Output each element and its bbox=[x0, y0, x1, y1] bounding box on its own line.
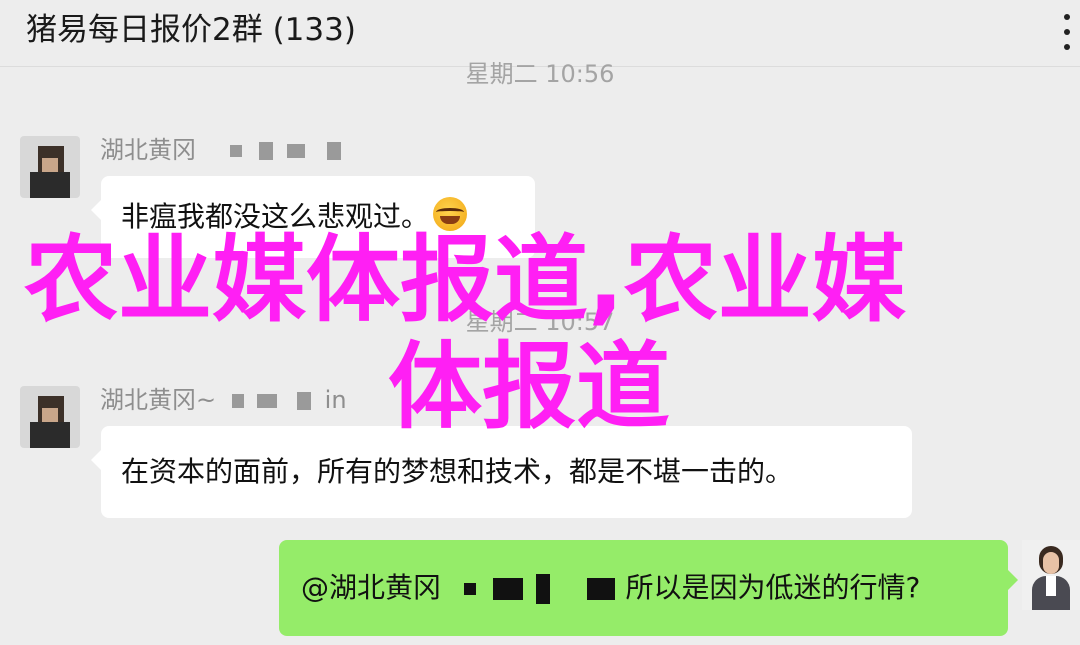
redacted-name bbox=[286, 144, 305, 158]
redacted-name bbox=[586, 578, 615, 600]
redacted-name bbox=[463, 583, 476, 595]
sender-name: 湖北黄冈~ in bbox=[100, 385, 347, 415]
mention-text: @湖北黄冈 bbox=[301, 571, 442, 604]
sender-name-text: 湖北黄冈 bbox=[100, 136, 196, 164]
redacted-name bbox=[326, 142, 341, 160]
redacted-name bbox=[259, 142, 274, 160]
redacted-name bbox=[297, 392, 312, 410]
overlay-headline: 体报道 bbox=[388, 333, 671, 442]
more-options-icon[interactable] bbox=[1060, 14, 1080, 50]
redacted-name bbox=[231, 394, 244, 408]
outgoing-message-bubble[interactable]: @湖北黄冈 所以是因为低迷的行情? bbox=[279, 540, 1018, 636]
overlay-headline: 农业媒体报道,农业媒 bbox=[24, 226, 906, 335]
redacted-name bbox=[229, 145, 242, 157]
avatar[interactable] bbox=[20, 386, 80, 448]
sender-name: 湖北黄冈 bbox=[100, 135, 341, 165]
redacted-name bbox=[257, 394, 278, 408]
message-timestamp: 星期二 10:56 bbox=[465, 60, 615, 88]
message-text: 在资本的面前，所有的梦想和技术，都是不堪一击的。 bbox=[121, 455, 794, 488]
chat-title: 猪易每日报价2群 (133) bbox=[26, 12, 356, 48]
sender-name-text: 湖北黄冈~ bbox=[100, 386, 217, 414]
redacted-name bbox=[535, 574, 550, 604]
redacted-name bbox=[492, 578, 523, 600]
avatar[interactable] bbox=[20, 136, 80, 198]
chat-header: 猪易每日报价2群 (133) bbox=[0, 0, 1080, 67]
message-text: 所以是因为低迷的行情? bbox=[625, 571, 921, 604]
sender-name-tail: in bbox=[324, 386, 347, 414]
my-avatar[interactable] bbox=[1022, 540, 1080, 610]
